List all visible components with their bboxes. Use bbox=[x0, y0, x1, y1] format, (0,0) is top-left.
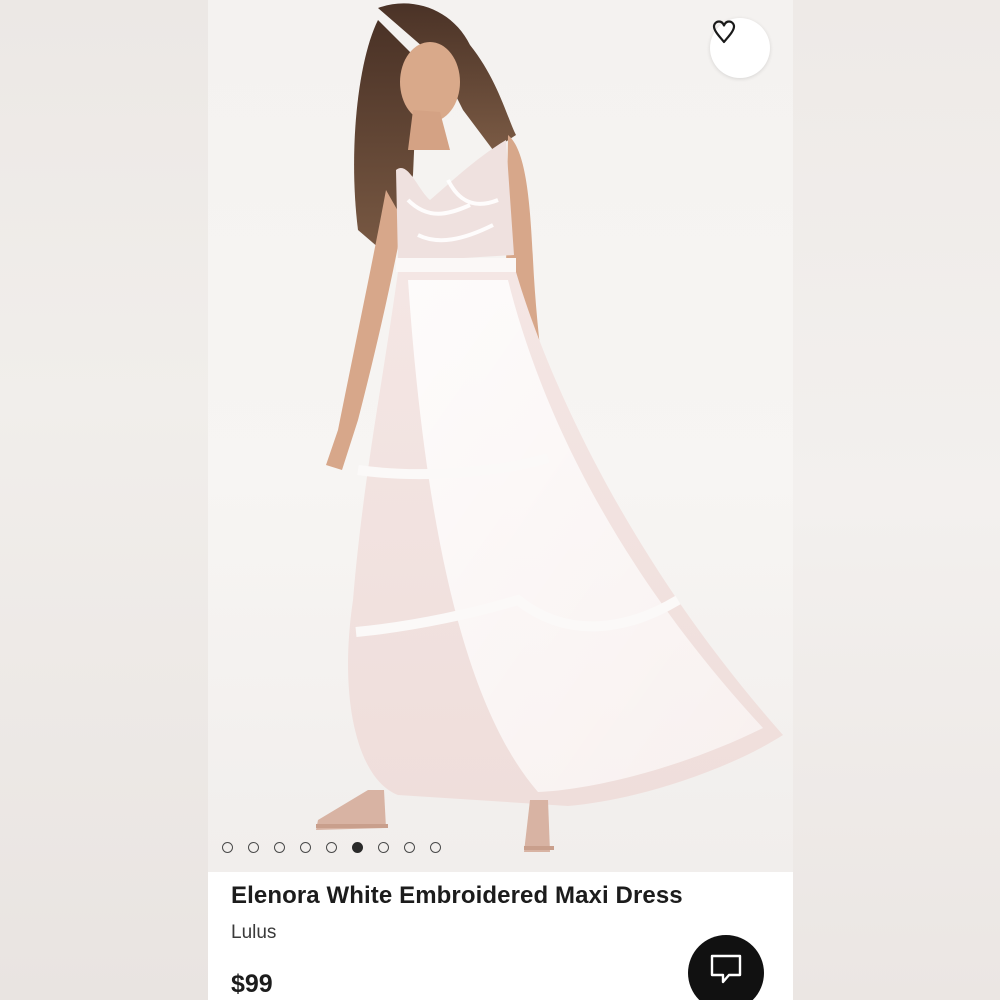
pagination-dot[interactable] bbox=[274, 842, 285, 853]
pagination-dot[interactable] bbox=[300, 842, 311, 853]
pagination-dot[interactable] bbox=[378, 842, 389, 853]
chat-button[interactable] bbox=[688, 935, 764, 1000]
product-title: Elenora White Embroidered Maxi Dress bbox=[231, 882, 683, 909]
blurred-background-right bbox=[793, 0, 1000, 1000]
product-image[interactable] bbox=[208, 0, 793, 872]
product-screen: Elenora White Embroidered Maxi Dress Lul… bbox=[208, 0, 793, 1000]
favorite-button[interactable] bbox=[710, 18, 770, 78]
pagination-dot[interactable] bbox=[430, 842, 441, 853]
image-pagination bbox=[222, 842, 441, 853]
blurred-background-left bbox=[0, 0, 208, 1000]
pagination-dot[interactable] bbox=[326, 842, 337, 853]
product-price: $99 bbox=[231, 970, 273, 998]
pagination-dot-active[interactable] bbox=[352, 842, 363, 853]
pagination-dot[interactable] bbox=[248, 842, 259, 853]
pagination-dot[interactable] bbox=[404, 842, 415, 853]
chat-bubble-icon bbox=[709, 935, 743, 990]
product-brand-link[interactable]: Lulus bbox=[231, 922, 276, 944]
dress-illustration bbox=[316, 3, 783, 852]
product-info-panel: Elenora White Embroidered Maxi Dress Lul… bbox=[208, 872, 793, 1000]
pagination-dot[interactable] bbox=[222, 842, 233, 853]
screenshot-stage: Elenora White Embroidered Maxi Dress Lul… bbox=[0, 0, 1000, 1000]
